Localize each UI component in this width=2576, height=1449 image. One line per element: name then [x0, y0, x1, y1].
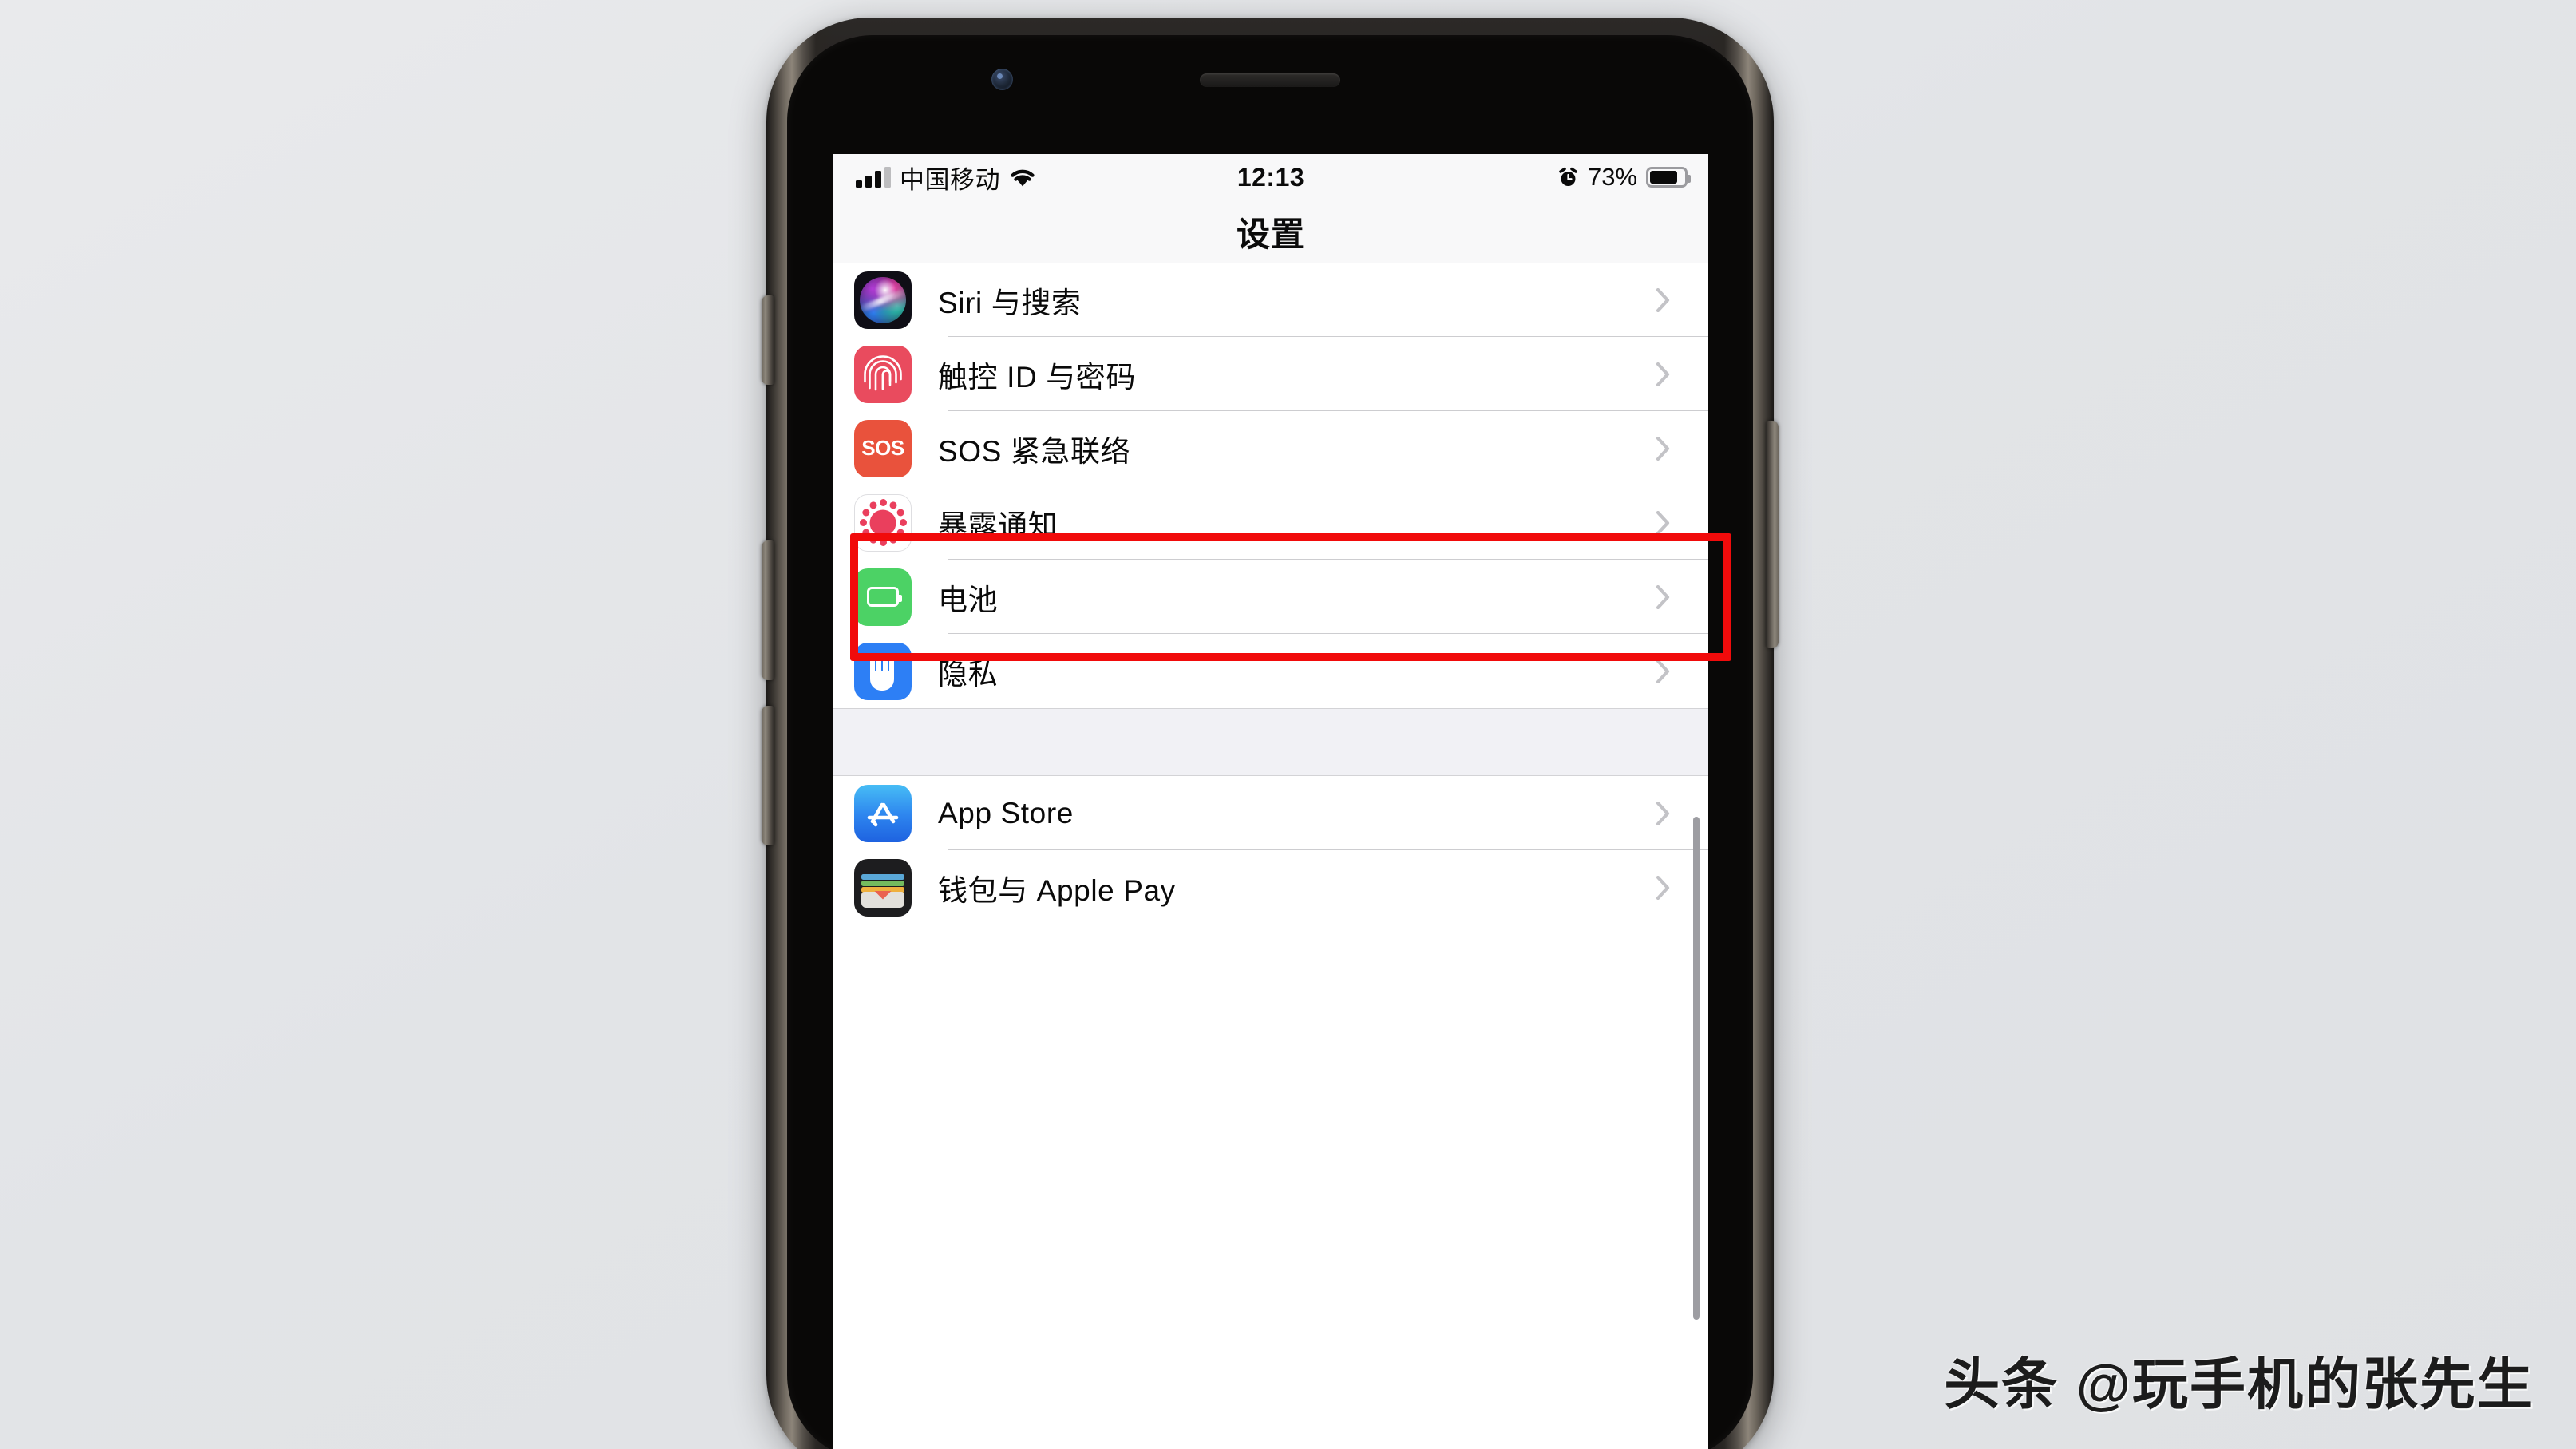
battery-percent-label: 73% [1587, 163, 1637, 191]
status-bar-right: 73% [1557, 163, 1691, 192]
settings-row-label: 钱包与 Apple Pay [938, 873, 1176, 907]
chevron-right-icon [1656, 659, 1670, 683]
settings-group-2: App Store 钱包与 Apple Pay [833, 776, 1708, 924]
app-store-icon [854, 784, 912, 842]
sos-icon-label: SOS [861, 436, 904, 460]
power-button[interactable] [1766, 421, 1779, 648]
volume-up-button[interactable] [762, 540, 774, 680]
phone-screen: 中国移动 12:13 73% 设置 Siri 与搜索 触控 ID 与密码 SOS… [833, 154, 1708, 1449]
vertical-scrollbar[interactable] [1693, 817, 1700, 1320]
status-bar: 中国移动 12:13 73% [833, 154, 1708, 200]
chevron-right-icon [1656, 436, 1670, 461]
settings-row-touch-id[interactable]: 触控 ID 与密码 [833, 337, 1708, 411]
settings-row-label: App Store [938, 796, 1074, 829]
status-bar-clock: 12:13 [1237, 162, 1305, 192]
settings-row-label: 暴露通知 [938, 509, 1058, 542]
navigation-bar: 设置 [833, 200, 1708, 263]
settings-row-privacy[interactable]: 隐私 [833, 634, 1708, 708]
settings-row-wallet[interactable]: 钱包与 Apple Pay [833, 850, 1708, 924]
settings-row-app-store[interactable]: App Store [833, 776, 1708, 850]
screenshot-stage: 中国移动 12:13 73% 设置 Siri 与搜索 触控 ID 与密码 SOS… [0, 0, 2576, 1449]
front-camera [991, 69, 1013, 90]
earpiece-speaker [1200, 73, 1340, 87]
chevron-right-icon [1656, 287, 1670, 312]
list-section-gap [833, 708, 1708, 776]
settings-group-1: Siri 与搜索 触控 ID 与密码 SOS SOS 紧急联络 暴露通知 电池 … [833, 263, 1708, 708]
chevron-right-icon [1656, 584, 1670, 609]
battery-icon [1646, 167, 1691, 188]
touch-id-icon [854, 345, 912, 403]
settings-row-battery[interactable]: 电池 [833, 560, 1708, 634]
wallet-icon [854, 858, 912, 917]
carrier-label: 中国移动 [900, 165, 1000, 194]
mute-switch-button[interactable] [762, 295, 774, 385]
settings-row-label: 隐私 [938, 657, 999, 691]
chevron-right-icon [1656, 510, 1670, 535]
sos-icon: SOS [854, 419, 912, 477]
battery-icon [854, 568, 912, 626]
exposure-notification-icon [854, 493, 912, 552]
alarm-icon [1557, 167, 1579, 188]
chevron-right-icon [1656, 875, 1670, 900]
chevron-right-icon [1656, 362, 1670, 386]
settings-row-label: 触控 ID 与密码 [938, 360, 1136, 394]
settings-row-exposure-notification[interactable]: 暴露通知 [833, 485, 1708, 560]
settings-row-label: Siri 与搜索 [938, 286, 1082, 319]
settings-list: Siri 与搜索 触控 ID 与密码 SOS SOS 紧急联络 暴露通知 电池 … [833, 263, 1708, 924]
page-title: 设置 [1236, 215, 1305, 253]
watermark: 头条 @玩手机的张先生 [1944, 1353, 2534, 1415]
settings-row-sos[interactable]: SOS SOS 紧急联络 [833, 411, 1708, 485]
settings-row-label: SOS 紧急联络 [938, 434, 1131, 468]
volume-down-button[interactable] [762, 706, 774, 845]
settings-row-siri[interactable]: Siri 与搜索 [833, 263, 1708, 337]
chevron-right-icon [1656, 801, 1670, 825]
wifi-icon [1009, 167, 1036, 188]
privacy-hand-icon [854, 642, 912, 700]
cellular-signal-icon [856, 167, 891, 188]
settings-row-label: 电池 [938, 583, 999, 616]
siri-icon [854, 271, 912, 329]
status-bar-left: 中国移动 [856, 160, 1036, 196]
